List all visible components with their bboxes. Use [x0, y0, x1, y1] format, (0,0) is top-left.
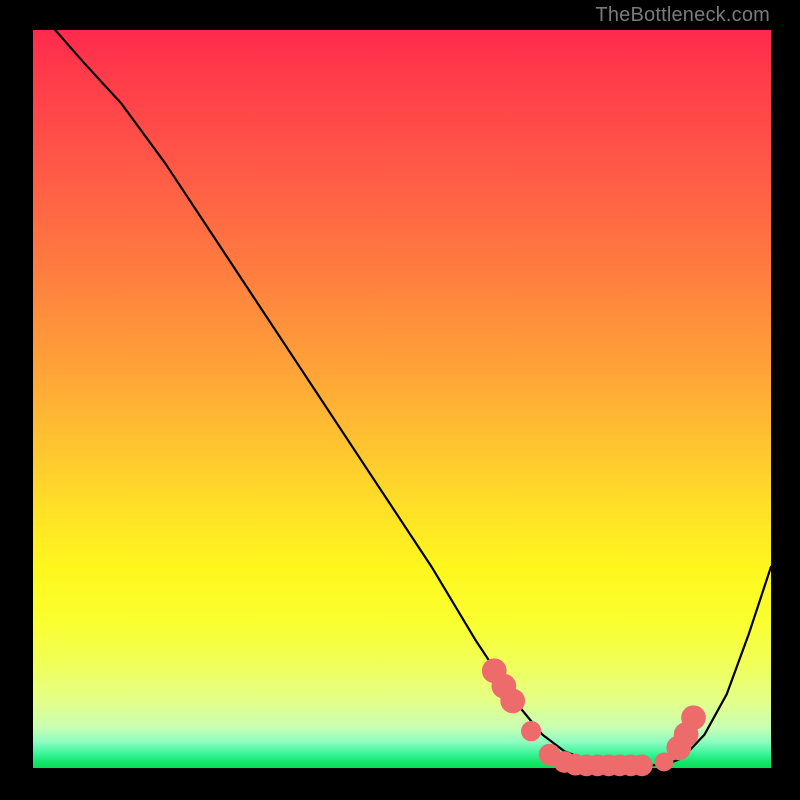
curve-marker — [500, 689, 525, 714]
curve-marker — [681, 705, 706, 730]
curve-marker — [521, 721, 541, 741]
curve-markers — [482, 658, 706, 776]
plot-area — [33, 30, 771, 768]
chart-frame: TheBottleneck.com — [0, 0, 800, 800]
chart-svg — [33, 30, 771, 768]
curve-line — [55, 30, 771, 765]
watermark-text: TheBottleneck.com — [595, 4, 770, 27]
curve-marker — [631, 754, 653, 776]
